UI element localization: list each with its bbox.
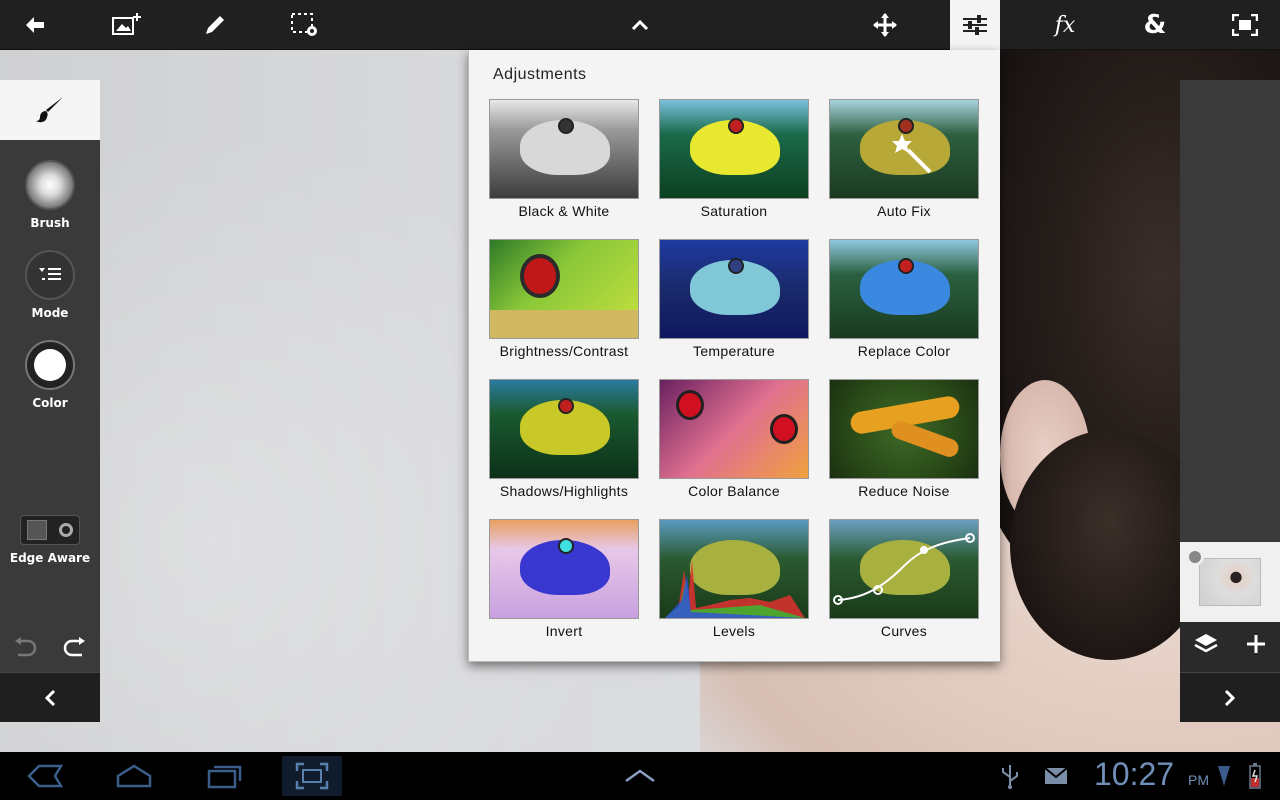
undo-icon[interactable] [12, 637, 38, 665]
color-balance-thumbnail [659, 379, 809, 479]
layers-icon[interactable] [1193, 632, 1219, 662]
brush-softness-icon [25, 160, 75, 210]
adjustments-icon[interactable] [950, 0, 1000, 50]
adjustment-label: Auto Fix [877, 203, 931, 219]
collapse-right-panel-button[interactable] [1180, 672, 1280, 722]
adjustment-label: Reduce Noise [858, 483, 950, 499]
fit-screen-icon[interactable] [1220, 0, 1270, 50]
paintbrush-icon [36, 97, 63, 123]
nav-home-icon[interactable] [104, 756, 164, 796]
adjustment-black-white[interactable]: Black & White [489, 99, 639, 219]
curve-graph-icon [833, 533, 975, 605]
brightness-contrast-thumbnail [489, 239, 639, 339]
adjustments-popover: Adjustments Black & White Saturation Aut… [468, 50, 1000, 662]
adjustment-auto-fix[interactable]: Auto Fix [829, 99, 979, 219]
battery-icon [1240, 756, 1270, 796]
nav-recent-apps-icon[interactable] [194, 756, 254, 796]
collapse-left-panel-button[interactable] [0, 672, 100, 722]
adjustment-replace-color[interactable]: Replace Color [829, 239, 979, 359]
color-swatch-icon [25, 340, 75, 390]
mode-list-icon [25, 250, 75, 300]
mode-tool-label: Mode [31, 306, 69, 320]
reduce-noise-thumbnail [829, 379, 979, 479]
adjustment-temperature[interactable]: Temperature [659, 239, 809, 359]
adjustment-curves[interactable]: Curves [829, 519, 979, 639]
chevron-left-icon [44, 689, 56, 706]
auto-fix-thumbnail [829, 99, 979, 199]
edge-aware-label: Edge Aware [9, 551, 91, 565]
adjustment-label: Black & White [518, 203, 610, 219]
move-icon[interactable] [860, 0, 910, 50]
black-white-thumbnail [489, 99, 639, 199]
adjustment-label: Curves [880, 623, 928, 639]
edge-aware-toggle[interactable] [20, 515, 80, 545]
chevron-up-icon[interactable] [615, 0, 665, 50]
adjustment-label: Shadows/Highlights [499, 483, 629, 499]
layer-visibility-icon[interactable] [1186, 548, 1204, 566]
adjustment-reduce-noise[interactable]: Reduce Noise [829, 379, 979, 499]
histogram-icon [665, 560, 805, 618]
redo-icon[interactable] [62, 637, 88, 665]
history-controls [0, 630, 100, 672]
adjustment-saturation[interactable]: Saturation [659, 99, 809, 219]
temperature-thumbnail [659, 239, 809, 339]
right-layers-panel [1180, 80, 1280, 722]
adjustment-label: Levels [712, 623, 756, 639]
adjustment-label: Replace Color [857, 343, 951, 359]
adjustment-label: Color Balance [688, 483, 780, 499]
ampersand-icon[interactable]: & [1130, 0, 1180, 50]
brush-tab[interactable] [0, 80, 100, 140]
left-tool-panel: Brush Mode Color Edge Aware [0, 80, 100, 722]
pencil-icon[interactable] [190, 0, 240, 50]
clock-ampm: PM [1188, 772, 1209, 788]
adjustment-shadows-highlights[interactable]: Shadows/Highlights [489, 379, 639, 499]
adjustment-color-balance[interactable]: Color Balance [659, 379, 809, 499]
edge-aware-tool[interactable]: Edge Aware [0, 515, 100, 565]
adjustment-label: Brightness/Contrast [499, 343, 629, 359]
nav-screen-capture-icon[interactable] [282, 756, 342, 796]
effects-icon[interactable]: fx [1040, 0, 1090, 50]
layer-actions [1180, 622, 1280, 672]
shadows-highlights-thumbnail [489, 379, 639, 479]
nav-back-icon[interactable] [14, 756, 74, 796]
nav-menu-chevron-icon[interactable] [610, 756, 670, 796]
color-tool-label: Color [32, 396, 68, 410]
saturation-thumbnail [659, 99, 809, 199]
mail-notification-icon[interactable] [1026, 756, 1086, 796]
mode-tool[interactable]: Mode [0, 250, 100, 320]
adjustment-label: Saturation [700, 203, 768, 219]
invert-thumbnail [489, 519, 639, 619]
levels-thumbnail [659, 519, 809, 619]
replace-color-thumbnail [829, 239, 979, 339]
popover-title: Adjustments [493, 66, 587, 83]
adjustment-brightness-contrast[interactable]: Brightness/Contrast [489, 239, 639, 359]
chevron-right-icon [1224, 689, 1236, 706]
brush-tool-label: Brush [30, 216, 70, 230]
magic-wand-icon [892, 134, 932, 174]
adjustment-invert[interactable]: Invert [489, 519, 639, 639]
brush-tool[interactable]: Brush [0, 160, 100, 230]
signal-icon [1212, 756, 1236, 796]
add-layer-icon[interactable] [1245, 633, 1267, 661]
back-arrow-icon[interactable] [10, 0, 60, 50]
adjustment-label: Temperature [693, 343, 775, 359]
color-tool[interactable]: Color [0, 340, 100, 410]
adjustment-label: Invert [545, 623, 583, 639]
curves-thumbnail [829, 519, 979, 619]
add-image-icon[interactable] [102, 0, 152, 50]
layer-thumbnail[interactable] [1180, 542, 1280, 622]
clock-time: 10:27 [1094, 756, 1175, 792]
top-toolbar: fx & [0, 0, 1280, 50]
selection-settings-icon[interactable] [280, 0, 330, 50]
system-navigation-bar: 10:27 PM [0, 752, 1280, 800]
layer-preview-image [1199, 558, 1261, 606]
adjustment-levels[interactable]: Levels [659, 519, 809, 639]
